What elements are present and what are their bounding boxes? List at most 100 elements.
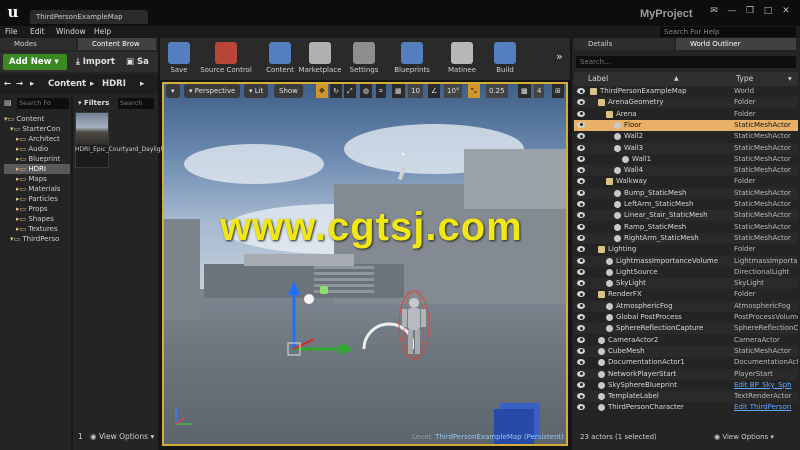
folder-tree-item[interactable]: ▾▭ Content xyxy=(4,114,70,124)
folder-tree-item[interactable]: ▸▭ Props xyxy=(4,204,70,214)
restore-icon[interactable]: ❐ xyxy=(744,6,756,16)
edit-blueprint-link[interactable]: Edit ThirdPerson xyxy=(734,402,798,413)
outliner-row[interactable]: ThirdPersonExampleMap World xyxy=(574,86,798,97)
path-segment-hdri[interactable]: HDRI xyxy=(102,74,126,94)
close-icon[interactable]: ✕ xyxy=(780,6,792,16)
maximize-viewport-icon[interactable]: ⊞ xyxy=(552,84,564,98)
rotation-snap-value[interactable]: 10° xyxy=(444,84,463,98)
folder-tree-item[interactable]: ▸▭ Shapes xyxy=(4,214,70,224)
visibility-eye-icon[interactable] xyxy=(577,268,585,275)
outliner-row[interactable]: SphereReflectionCapture SphereReflectionC xyxy=(574,323,798,335)
rotate-mode-icon[interactable]: ↻ xyxy=(330,84,342,98)
outliner-search-input[interactable]: Search... xyxy=(576,56,796,68)
visibility-eye-icon[interactable] xyxy=(577,404,585,411)
visibility-eye-icon[interactable] xyxy=(577,393,585,400)
visibility-eye-icon[interactable] xyxy=(577,347,585,354)
visibility-eye-icon[interactable] xyxy=(577,246,585,253)
column-options-icon[interactable]: ▾ xyxy=(788,72,792,86)
menu-file[interactable]: File xyxy=(5,26,18,38)
toolbar-save-button[interactable]: Save xyxy=(164,40,194,78)
tab-world-outliner[interactable]: World Outliner xyxy=(676,38,796,50)
hdri-thumbnail[interactable] xyxy=(76,113,108,145)
save-all-button[interactable]: ▣ Sa xyxy=(126,54,156,70)
world-local-icon[interactable]: ◍ xyxy=(360,84,373,98)
path-root-icon[interactable]: ▸ xyxy=(30,74,34,94)
menu-edit[interactable]: Edit xyxy=(30,26,45,38)
scale-snap-value[interactable]: 0.25 xyxy=(486,84,508,98)
visibility-eye-icon[interactable] xyxy=(577,212,585,219)
outliner-row[interactable]: Arena Folder xyxy=(574,109,798,120)
outliner-row[interactable]: TemplateLabel TextRenderActor xyxy=(574,391,798,403)
search-help-input[interactable]: Search For Help xyxy=(660,27,796,37)
light-source-icon[interactable]: ✦ xyxy=(400,150,408,159)
outliner-row[interactable]: LightSource DirectionalLight xyxy=(574,267,798,278)
scale-mode-icon[interactable]: ⤢ xyxy=(344,84,356,98)
visibility-eye-icon[interactable] xyxy=(577,121,585,128)
folder-tree-item[interactable]: ▸▭ Audio xyxy=(4,144,70,154)
visibility-eye-icon[interactable] xyxy=(577,178,585,185)
outliner-row[interactable]: Ramp_StaticMesh StaticMeshActor xyxy=(574,222,798,233)
visibility-eye-icon[interactable] xyxy=(577,234,585,241)
minimize-icon[interactable]: — xyxy=(726,6,738,16)
grid-snap-value[interactable]: 10 xyxy=(408,84,423,98)
add-new-button[interactable]: Add New ▾ xyxy=(3,54,67,70)
rotation-snap-icon[interactable]: ∠ xyxy=(428,84,441,98)
outliner-row[interactable]: Linear_Stair_StaticMesh StaticMeshActor xyxy=(574,210,798,222)
visibility-eye-icon[interactable] xyxy=(577,314,585,320)
visibility-eye-icon[interactable] xyxy=(577,110,585,117)
document-tab[interactable]: ThirdPersonExampleMap xyxy=(30,10,148,24)
outliner-row[interactable]: DocumentationActor1 DocumentationAct xyxy=(574,357,798,368)
path-segment-content[interactable]: Content xyxy=(48,74,86,94)
folder-tree-item[interactable]: ▸▭ HDRI xyxy=(4,164,70,174)
scale-snap-icon[interactable]: ⤡ xyxy=(468,84,480,98)
menu-help[interactable]: Help xyxy=(94,26,111,38)
outliner-row[interactable]: LeftArm_StaticMesh StaticMeshActor xyxy=(574,199,798,210)
folder-tree-item[interactable]: ▸▭ Particles xyxy=(4,194,70,204)
toolbar-source-control-button[interactable]: Source Control xyxy=(196,40,256,78)
toolbar-matinee-button[interactable]: Matinee xyxy=(444,40,480,78)
outliner-row[interactable]: AtmosphericFog AtmosphericFog xyxy=(574,300,798,312)
visibility-eye-icon[interactable] xyxy=(577,280,585,287)
visibility-eye-icon[interactable] xyxy=(577,167,585,174)
menu-window[interactable]: Window xyxy=(56,26,86,38)
outliner-row[interactable]: RightArm_StaticMesh StaticMeshActor xyxy=(574,232,798,244)
surface-snap-icon[interactable]: ⌗ xyxy=(376,84,386,98)
camera-speed-value[interactable]: 4 xyxy=(534,84,545,98)
outliner-row[interactable]: CameraActor2 CameraActor xyxy=(574,335,798,346)
toolbar-marketplace-button[interactable]: Marketplace xyxy=(298,40,342,78)
camera-speed-icon[interactable]: ▩ xyxy=(518,84,531,98)
folder-tree-item[interactable]: ▸▭ Textures xyxy=(4,224,70,234)
outliner-row[interactable]: Lighting Folder xyxy=(574,244,798,255)
visibility-eye-icon[interactable] xyxy=(577,336,585,343)
outliner-row[interactable]: Wall1 StaticMeshActor xyxy=(574,154,798,165)
transform-gizmo[interactable] xyxy=(274,279,414,369)
outliner-row[interactable]: Walkway Folder xyxy=(574,176,798,187)
outliner-row[interactable]: Global PostProcess PostProcessVolume xyxy=(574,312,798,323)
tab-content-browser[interactable]: Content Brow xyxy=(78,38,156,50)
visibility-eye-icon[interactable] xyxy=(577,99,585,106)
toolbar-blueprints-button[interactable]: Blueprints xyxy=(390,40,434,78)
asset-search-input[interactable]: Search xyxy=(118,98,154,109)
visibility-eye-icon[interactable] xyxy=(577,257,585,264)
visibility-eye-icon[interactable] xyxy=(577,381,585,388)
column-label[interactable]: Label xyxy=(588,72,608,86)
visibility-eye-icon[interactable] xyxy=(577,189,585,196)
tab-modes[interactable]: Modes xyxy=(0,38,76,50)
visibility-eye-icon[interactable] xyxy=(577,155,585,162)
folder-tree-item[interactable]: ▸▭ Architect xyxy=(4,134,70,144)
back-icon[interactable]: ← xyxy=(4,74,11,94)
outliner-row[interactable]: Floor StaticMeshActor xyxy=(574,119,798,131)
folder-tree-item[interactable]: ▾▭ StarterCon xyxy=(4,124,70,134)
outliner-row[interactable]: RenderFX Folder xyxy=(574,289,798,300)
column-type[interactable]: Type xyxy=(736,72,753,86)
view-options-button[interactable]: ◉ View Options ▾ xyxy=(90,430,154,444)
folder-tree-item[interactable]: ▸▭ Maps xyxy=(4,174,70,184)
outliner-row[interactable]: Wall3 StaticMeshActor xyxy=(574,142,798,154)
outliner-row[interactable]: Wall4 StaticMeshActor xyxy=(574,165,798,177)
visibility-eye-icon[interactable] xyxy=(577,370,585,377)
grid-snap-icon[interactable]: ▦ xyxy=(392,84,405,98)
outliner-row[interactable]: SkySphereBlueprint Edit BP_Sky_Sph xyxy=(574,380,798,391)
outliner-row[interactable]: NetworkPlayerStart PlayerStart xyxy=(574,368,798,380)
perspective-button[interactable]: ▾ Perspective xyxy=(184,84,241,98)
panel-divider[interactable] xyxy=(71,96,73,450)
